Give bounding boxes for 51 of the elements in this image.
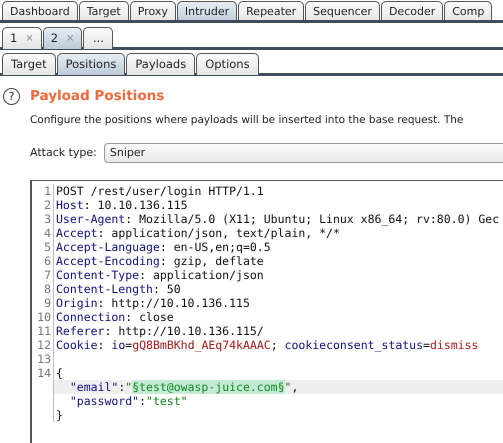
section-description: Configure the positions where payloads will be inserted into the base request. The <box>30 113 464 128</box>
tab[interactable]: Target <box>2 53 56 75</box>
tab[interactable]: Options <box>196 53 259 75</box>
request-line: Accept-Language: en-US,en;q=0.5 <box>56 240 271 254</box>
attack-tab[interactable]: 1 × <box>2 27 42 49</box>
request-line: POST /rest/user/login HTTP/1.1 <box>56 184 264 198</box>
request-line: Host: 10.10.136.115 <box>56 198 188 212</box>
request-line: Content-Length: 50 <box>56 282 181 296</box>
request-editor[interactable] <box>30 180 503 443</box>
request-line: Cookie: io=gQ8BmBKhd_AEq74kAAAC; cookieconsent_status=dismiss <box>56 338 478 352</box>
line-number: 6 <box>44 254 51 268</box>
request-line: } <box>56 408 63 422</box>
request-line: Content-Type: application/json <box>56 268 264 282</box>
line-number: 13 <box>37 352 51 366</box>
line-number: 4 <box>44 226 51 240</box>
line-number: 2 <box>44 198 51 212</box>
request-line: "password":"test" <box>68 394 188 408</box>
request-line: Accept: application/json, text/plain, */* <box>56 226 340 240</box>
request-line: { <box>56 366 63 380</box>
request-line: Origin: http://10.10.136.115 <box>56 296 250 310</box>
tab[interactable]: Comp <box>444 1 492 20</box>
line-number: 7 <box>44 268 51 282</box>
line-number: 14 <box>37 366 51 380</box>
request-line: "email":"§test@owasp-juice.com§", <box>68 380 298 394</box>
line-number: 5 <box>44 240 51 254</box>
request-line: Referer: http://10.10.136.115/ <box>56 324 264 338</box>
request-line: Accept-Encoding: gzip, deflate <box>56 254 264 268</box>
line-number: 9 <box>44 296 51 310</box>
line-number: 10 <box>37 310 51 324</box>
attack-tab[interactable]: 2 × <box>42 27 82 49</box>
attack-type-label: Attack type: <box>30 144 97 160</box>
line-number: 12 <box>37 338 51 352</box>
tab[interactable]: Intruder <box>176 1 238 20</box>
tab[interactable]: Decoder <box>380 1 444 20</box>
attack-type-dropdown[interactable]: Sniper <box>104 142 503 163</box>
line-number: 3 <box>44 212 51 226</box>
tab[interactable]: Dashboard <box>2 1 78 20</box>
line-number: 8 <box>44 282 51 296</box>
tab[interactable]: Payloads <box>126 53 196 75</box>
attack-tab[interactable]: ... <box>83 27 114 49</box>
tab[interactable]: Proxy <box>130 1 176 20</box>
help-icon[interactable]: ? <box>3 88 20 104</box>
line-number: 1 <box>44 184 51 198</box>
line-number: 11 <box>37 324 51 338</box>
request-line: Connection: close <box>56 310 174 324</box>
tab[interactable]: Positions <box>56 53 126 75</box>
tab[interactable]: Sequencer <box>305 1 380 20</box>
section-title: Payload Positions <box>30 86 164 106</box>
request-line: User-Agent: Mozilla/5.0 (X11; Ubuntu; Linux x86_64; rv:80.0) Gec <box>56 212 500 226</box>
tab[interactable]: Target <box>78 1 129 20</box>
tab[interactable]: Repeater <box>238 1 304 20</box>
